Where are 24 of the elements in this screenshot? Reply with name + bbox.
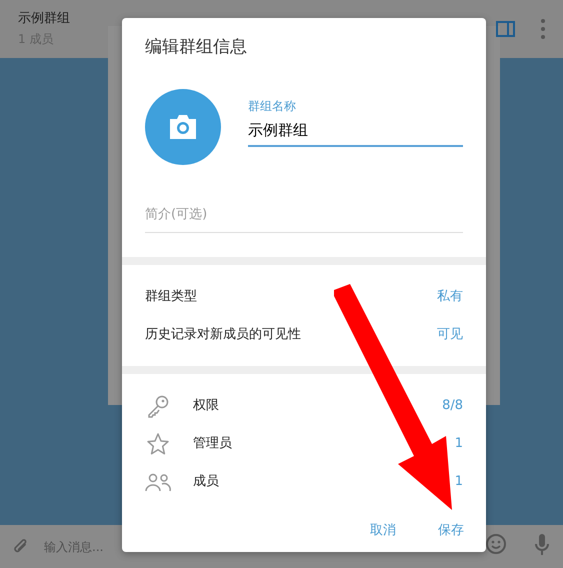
camera-icon <box>167 114 199 140</box>
setting-row[interactable]: 历史记录对新成员的可见性 可见 <box>122 316 486 354</box>
counter-value: 8/8 <box>442 396 463 415</box>
counter-label: 权限 <box>193 396 220 415</box>
people-icon <box>145 472 171 492</box>
setting-label: 历史记录对新成员的可见性 <box>145 326 301 344</box>
counter-label: 成员 <box>193 472 220 491</box>
setting-value: 私有 <box>437 288 463 306</box>
emoji-icon[interactable] <box>485 533 507 555</box>
microphone-icon[interactable] <box>533 533 551 557</box>
counter-value: 1 <box>454 434 463 453</box>
sidebar-toggle-icon[interactable] <box>496 20 516 38</box>
star-icon <box>146 432 170 456</box>
key-icon <box>146 394 170 418</box>
dialog-title: 编辑群组信息 <box>144 36 248 58</box>
field-label: 群组名称 <box>248 98 297 115</box>
counter-label: 管理员 <box>193 434 233 453</box>
more-options-icon[interactable] <box>539 18 547 40</box>
counter-row[interactable]: 权限 8/8 <box>122 386 486 424</box>
counter-value: 1 <box>454 472 463 491</box>
setting-row[interactable]: 群组类型 私有 <box>122 278 486 316</box>
setting-label: 群组类型 <box>145 288 197 306</box>
setting-value: 可见 <box>437 326 463 344</box>
chat-title: 示例群组 <box>18 10 70 28</box>
